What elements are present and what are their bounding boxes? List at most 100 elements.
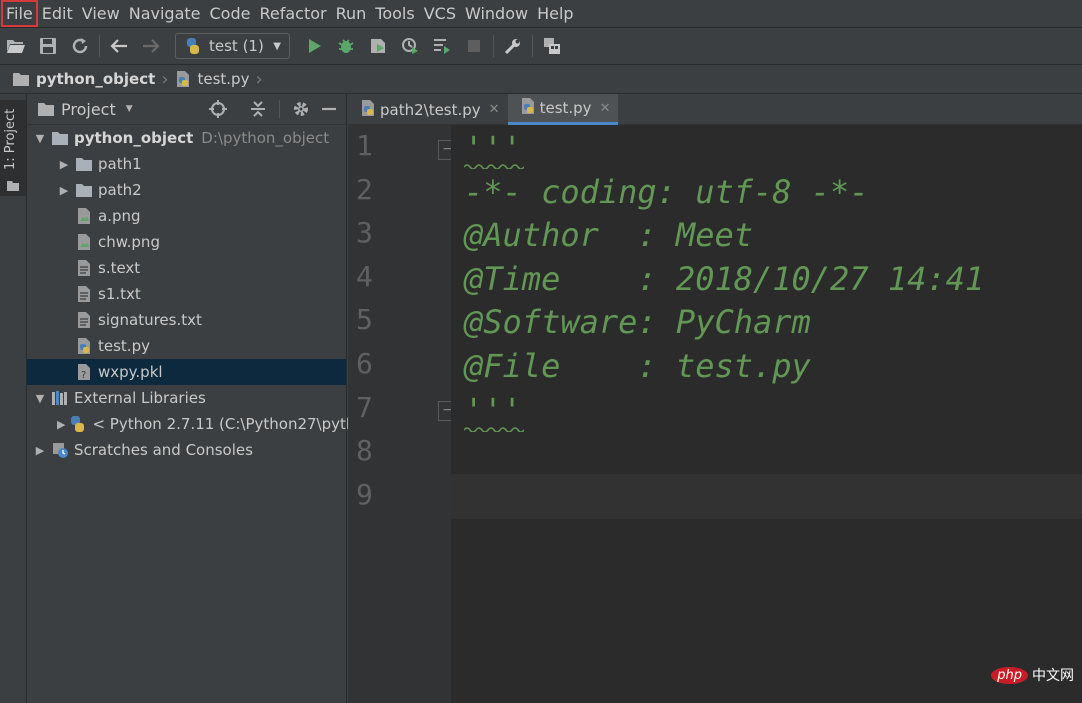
breadcrumb-project[interactable]: python_object (12, 70, 155, 88)
profile-button[interactable] (394, 31, 426, 61)
menu-file[interactable]: File (1, 0, 38, 27)
stop-button[interactable] (458, 31, 490, 61)
collapsed-arrow-icon[interactable]: ▶ (57, 184, 71, 197)
caret-line-highlight (451, 474, 1082, 519)
run-configuration-label: test (1) (209, 37, 264, 55)
arrow-left-icon (110, 39, 127, 53)
code-line: @Author : Meet (464, 216, 753, 255)
tree-item[interactable]: ? wxpy.pkl (27, 359, 346, 385)
coverage-icon (371, 39, 385, 53)
tree-item[interactable]: s1.txt (27, 281, 346, 307)
line-number: 8 (356, 434, 373, 468)
tree-item[interactable]: ▼ External Libraries (27, 385, 346, 411)
menu-navigate[interactable]: Navigate (125, 1, 205, 26)
open-button[interactable] (0, 31, 32, 61)
collapse-all-icon[interactable] (249, 100, 267, 118)
expanded-arrow-icon[interactable]: ▼ (33, 132, 47, 145)
menu-tools[interactable]: Tools (371, 1, 418, 26)
code-line: ''' (464, 390, 522, 429)
toolbar-separator (532, 35, 533, 57)
stop-icon (468, 40, 480, 52)
folder-icon (75, 155, 93, 173)
tree-item[interactable]: s.text (27, 255, 346, 281)
tree-item[interactable]: a.png (27, 203, 346, 229)
gear-icon[interactable] (292, 100, 310, 118)
tree-item-label: s1.txt (98, 285, 141, 303)
expanded-arrow-icon[interactable]: ▼ (33, 392, 47, 405)
tree-item-label: External Libraries (74, 389, 206, 407)
menu-code[interactable]: Code (206, 1, 255, 26)
project-view-selector[interactable]: Project (61, 100, 116, 119)
folder-icon (13, 72, 29, 86)
text-file-icon (75, 311, 93, 329)
settings-button[interactable] (497, 31, 529, 61)
code-editor[interactable]: ''' -*- coding: utf-8 -*- @Author : Meet @T… (451, 125, 1082, 703)
tree-item[interactable]: ▶ path1 (27, 151, 346, 177)
run-button[interactable] (298, 31, 330, 61)
tree-item[interactable]: signatures.txt (27, 307, 346, 333)
menu-help[interactable]: Help (533, 1, 577, 26)
collapsed-arrow-icon[interactable]: ▶ (33, 444, 47, 457)
breadcrumb-file[interactable]: test.py (174, 70, 249, 88)
run-configuration-selector[interactable]: test (1) ▼ (175, 33, 290, 59)
menu-run[interactable]: Run (332, 1, 371, 26)
toolbar-separator (493, 35, 494, 57)
project-tool-window-tab[interactable]: 1: Project (0, 100, 26, 196)
collapsed-arrow-icon[interactable]: ▶ (57, 418, 65, 431)
run-with-coverage-button[interactable] (362, 31, 394, 61)
python-icon (187, 38, 199, 54)
tree-item[interactable]: ▶ path2 (27, 177, 346, 203)
tree-item-label: s.text (98, 259, 141, 277)
menu-vcs[interactable]: VCS (420, 1, 460, 26)
chevron-down-icon: ▼ (273, 40, 281, 52)
tool-window-stripe: 1: Project (0, 94, 27, 703)
debug-button[interactable] (330, 31, 362, 61)
concurrency-icon (434, 39, 450, 54)
menu-refactor[interactable]: Refactor (255, 1, 330, 26)
breadcrumb-file-label: test.py (197, 70, 250, 88)
project-structure-icon (544, 38, 560, 54)
profiler-icon (402, 38, 418, 54)
tree-item-label: wxpy.pkl (98, 363, 163, 381)
hide-panel-icon[interactable] (320, 100, 338, 118)
save-button[interactable] (32, 31, 64, 61)
folder-icon (75, 181, 93, 199)
code-line: @Software: PyCharm (464, 303, 811, 342)
tree-item[interactable]: test.py (27, 333, 346, 359)
line-number: 1 (356, 129, 373, 162)
close-icon[interactable]: ✕ (600, 101, 611, 116)
line-number: 2 (356, 172, 373, 206)
menu-window[interactable]: Window (461, 1, 532, 26)
sync-button[interactable] (64, 31, 96, 61)
folder-icon (51, 129, 69, 147)
line-number: 6 (356, 347, 373, 380)
close-icon[interactable]: ✕ (489, 102, 500, 117)
menu-view[interactable]: View (78, 1, 124, 26)
collapsed-arrow-icon[interactable]: ▶ (57, 158, 71, 171)
tree-item[interactable]: chw.png (27, 229, 346, 255)
chevron-down-icon[interactable]: ▼ (126, 104, 133, 114)
project-structure-button[interactable] (536, 31, 568, 61)
locate-file-icon[interactable] (209, 100, 227, 118)
tree-item-label: < Python 2.7.11 (C:\Python27\pyth (92, 415, 356, 433)
refresh-icon (72, 38, 88, 54)
python-file-icon (75, 337, 93, 355)
text-file-icon (75, 285, 93, 303)
text-file-icon (75, 259, 93, 277)
play-icon (309, 39, 321, 53)
tree-item[interactable]: ▶ < Python 2.7.11 (C:\Python27\pyth (27, 411, 355, 437)
editor-tab[interactable]: path2\test.py ✕ (348, 94, 508, 125)
tree-item[interactable]: ▶ Scratches and Consoles (27, 437, 346, 463)
scratches-icon (51, 441, 69, 459)
tree-item[interactable]: ▼ python_object D:\python_object (27, 125, 346, 151)
project-panel-header: Project ▼ (27, 94, 346, 125)
toolbar-separator (279, 100, 280, 118)
back-button[interactable] (103, 31, 135, 61)
concurrency-diagram-button[interactable] (426, 31, 458, 61)
breadcrumb-separator: › (161, 68, 169, 90)
image-file-icon (75, 233, 93, 251)
menu-edit[interactable]: Edit (38, 1, 77, 26)
editor-tab-label: test.py (539, 99, 592, 117)
editor-tab[interactable]: test.py ✕ (507, 94, 619, 125)
forward-button[interactable] (135, 31, 167, 61)
